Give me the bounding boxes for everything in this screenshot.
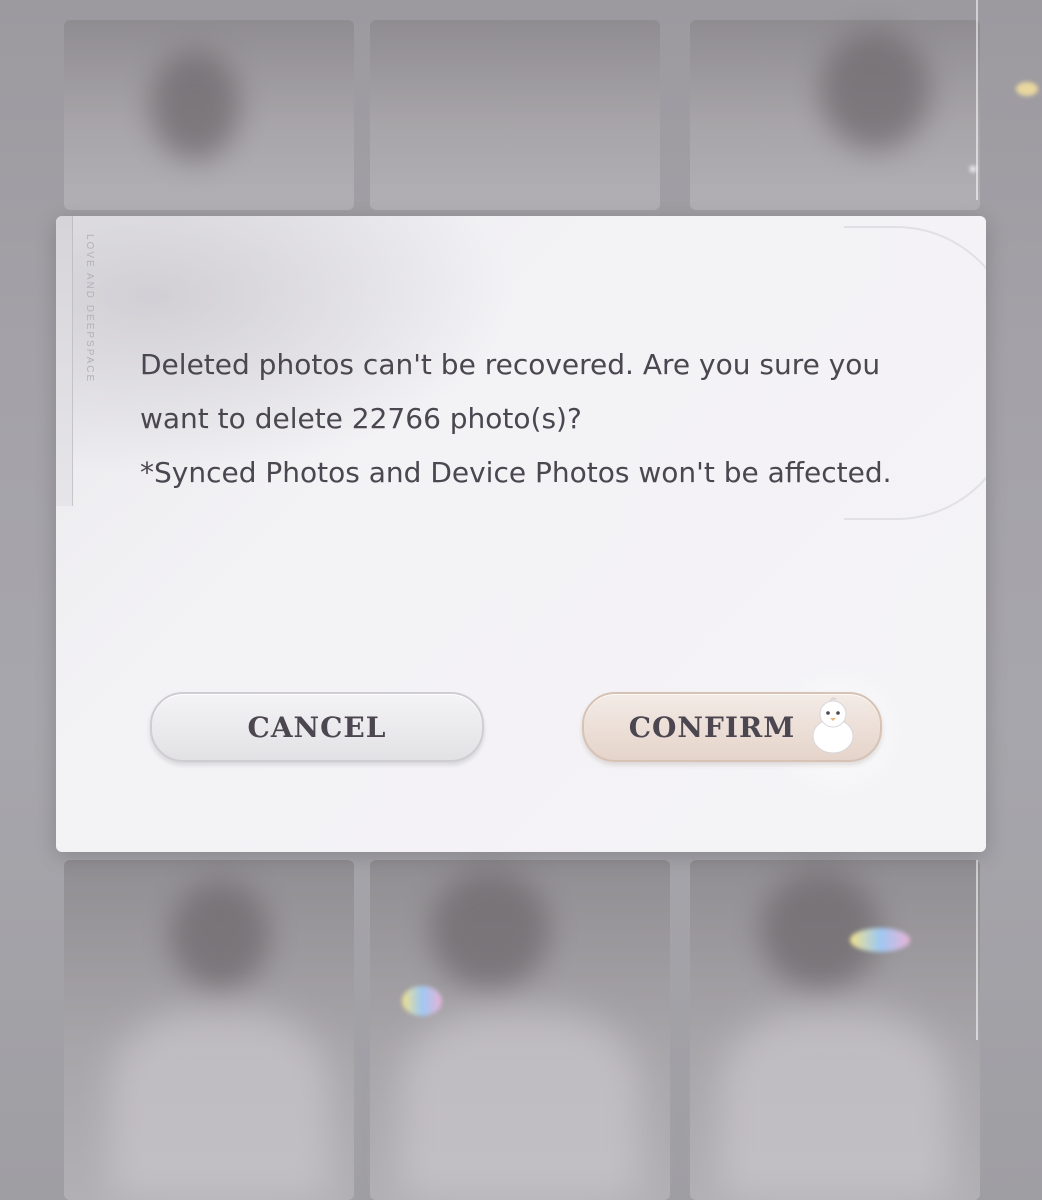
screen: LOVE AND DEEPSPACE Deleted photos can't … [0,0,1042,1200]
brand-text: LOVE AND DEEPSPACE [84,234,95,384]
sparkle-icon [970,166,976,172]
decorative-line [976,0,978,200]
background-photo-figure-1 [150,50,240,160]
sparkle-icon [850,928,910,952]
sparkle-icon [402,986,442,1016]
background-photo-figure-4 [170,880,270,990]
chick-mascot-icon [812,697,854,754]
background-photo-2 [370,20,660,210]
cancel-button[interactable]: CANCEL [150,692,484,762]
cancel-button-label: CANCEL [247,710,387,744]
background-photo-body-4 [110,1010,330,1200]
background-photo-body-5 [400,1010,640,1200]
decorative-line [976,860,978,1040]
background-photo-figure-5 [430,870,550,990]
warning-text: Deleted photos can't be recovered. Are y… [140,348,881,435]
background-photo-figure-3 [820,30,930,150]
dialog-side-accent [56,216,73,506]
note-text: *Synced Photos and Device Photos won't b… [140,456,892,489]
delete-confirmation-dialog: LOVE AND DEEPSPACE Deleted photos can't … [56,216,986,852]
dialog-message: Deleted photos can't be recovered. Are y… [140,338,900,500]
sparkle-icon [1016,82,1038,96]
confirm-button-label: CONFIRM [628,710,796,744]
background-photo-body-6 [720,1010,950,1200]
